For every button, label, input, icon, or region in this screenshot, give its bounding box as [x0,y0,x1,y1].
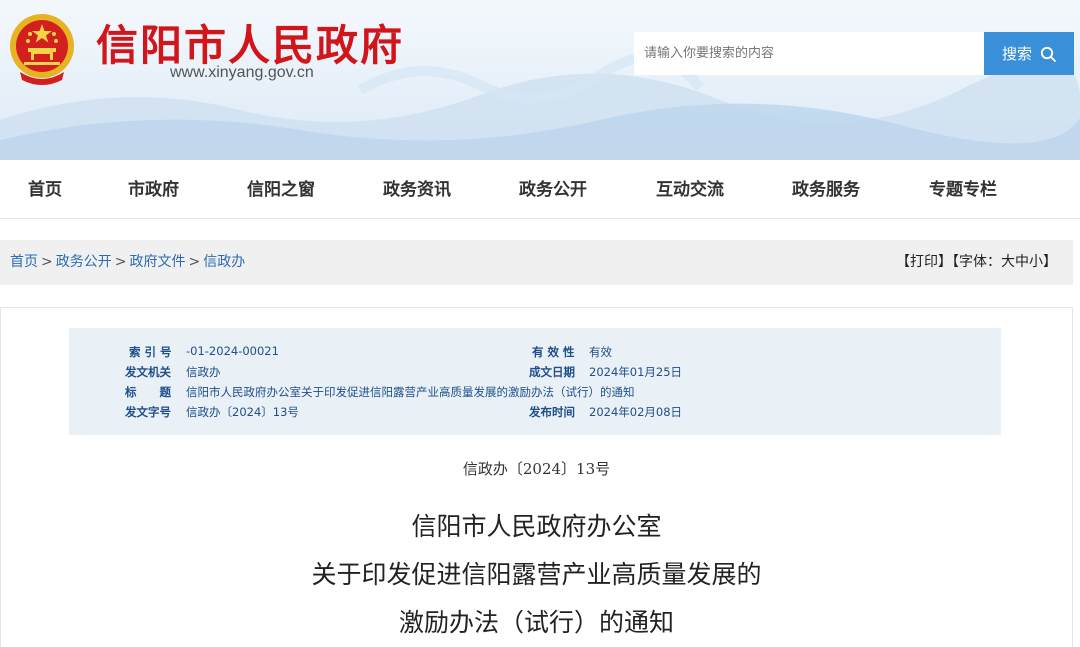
search-button-label: 搜索 [1001,45,1032,63]
date-label: 成文日期 [529,365,575,379]
title-label: 标 题 [125,385,171,399]
main-nav: 首页 市政府 信阳之窗 政务资讯 政务公开 互动交流 政务服务 专题专栏 [0,162,1080,219]
index-value: -01-2024-00021 [186,344,279,358]
breadcrumb: 首页 > 政务公开 > 政府文件 > 信政办 [10,240,245,285]
validity-label: 有 效 性 [532,345,575,359]
publish-value: 2024年02月08日 [589,405,683,419]
document-title-line-1: 信阳市人民政府办公室 [411,512,662,541]
breadcrumb-separator: > [41,254,53,270]
index-label: 索 引 号 [129,345,172,359]
document-title-line-3: 激励办法（试行）的通知 [398,608,674,637]
issuer-label: 发文机关 [125,365,171,379]
issuer-value: 信政办 [186,365,221,379]
nav-item-government-disclosure[interactable]: 政务公开 [519,162,587,219]
national-emblem-icon [10,14,74,85]
search-button[interactable]: 搜索 [984,32,1074,75]
breadcrumb-separator: > [188,254,201,270]
search-icon [1040,46,1056,62]
page-tools: 【打印】【字体：大中小】 [896,240,1057,285]
breadcrumb-disclosure[interactable]: 政务公开 [56,254,112,270]
date-value: 2024年01月25日 [589,365,683,379]
nav-item-special-topics[interactable]: 专题专栏 [929,162,997,219]
document-metadata-box: 索 引 号 -01-2024-00021 有 效 性 有效 发文机关 信政办 成… [69,328,1001,435]
title-value: 信阳市人民政府办公室关于印发促进信阳露营产业高质量发展的激励办法（试行）的通知 [186,385,635,399]
header-banner: 信阳市人民政府 www.xinyang.gov.cn 搜索 [0,0,1080,160]
search-input[interactable] [634,32,984,75]
breadcrumb-government-documents[interactable]: 政府文件 [129,254,185,270]
breadcrumb-separator: > [114,254,127,270]
docno-value: 信政办〔2024〕13号 [186,405,299,419]
site-url: www.xinyang.gov.cn [170,64,314,81]
document-title-line-2: 关于印发促进信阳露营产业高质量发展的 [311,560,762,589]
nav-item-xinyang-window[interactable]: 信阳之窗 [247,162,315,219]
validity-value: 有效 [589,345,612,359]
nav-item-government-services[interactable]: 政务服务 [792,162,860,219]
breadcrumb-xinzhengban[interactable]: 信政办 [203,254,245,270]
nav-item-government-news[interactable]: 政务资讯 [383,162,451,219]
publish-label: 发布时间 [529,405,575,419]
nav-item-home[interactable]: 首页 [28,162,62,219]
docno-label: 发文字号 [125,405,171,419]
nav-item-interaction[interactable]: 互动交流 [656,162,724,219]
nav-item-city-government[interactable]: 市政府 [128,162,179,219]
breadcrumb-bar: 首页 > 政务公开 > 政府文件 > 信政办 【打印】【字体：大中小】 [0,240,1073,285]
font-size-control[interactable]: 【字体：大中小】 [952,254,1057,270]
print-link[interactable]: 【打印】 [896,254,952,270]
breadcrumb-home[interactable]: 首页 [10,254,38,270]
document-number: 信政办〔2024〕13号 [462,460,611,478]
